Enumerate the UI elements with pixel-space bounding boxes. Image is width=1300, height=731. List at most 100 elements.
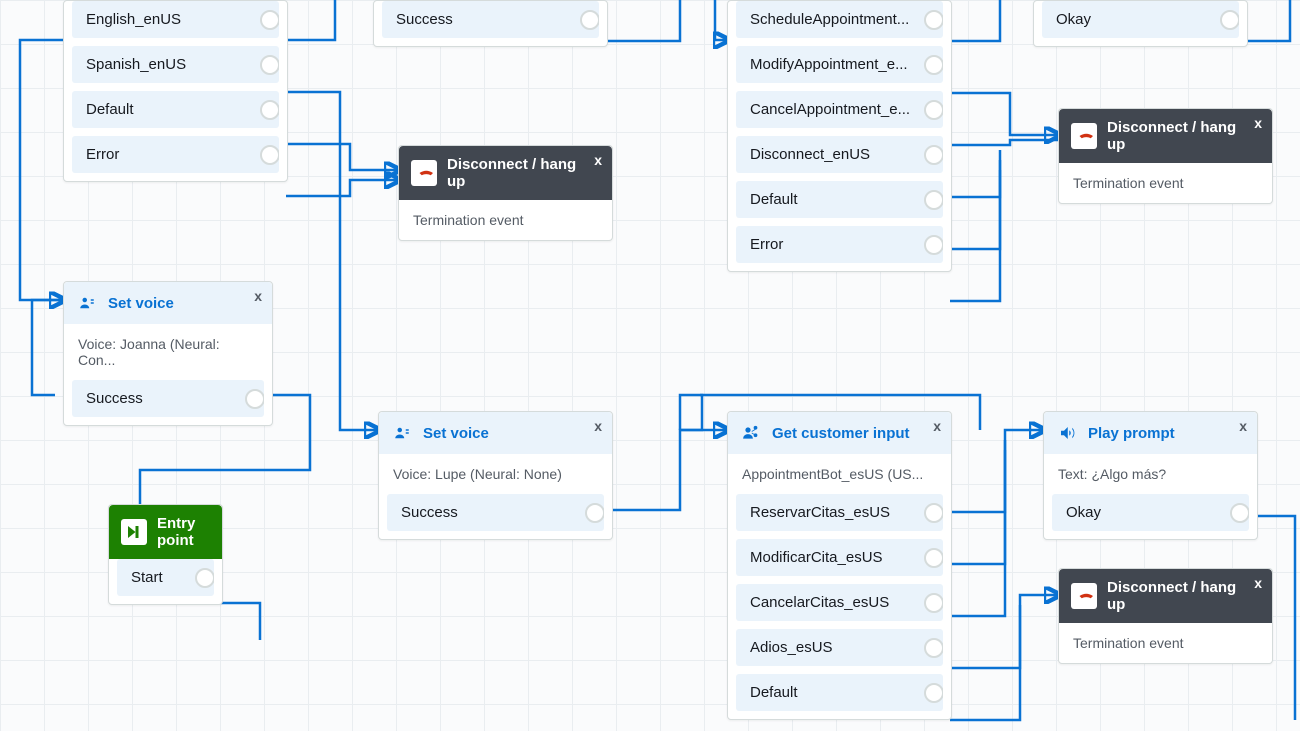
close-icon[interactable]: x (1254, 115, 1262, 131)
branch-success[interactable]: Success (387, 494, 604, 531)
branch-adios[interactable]: Adios_esUS (736, 629, 943, 666)
node-body: Termination event (399, 200, 612, 240)
branch-label: Default (86, 101, 134, 118)
node-success-top[interactable]: Success (373, 0, 608, 47)
node-header[interactable]: Disconnect / hang up (399, 146, 612, 200)
branch-label: CancelarCitas_esUS (750, 594, 889, 611)
node-disconnect-1[interactable]: x Disconnect / hang up Termination event (398, 145, 613, 241)
output-port[interactable] (924, 235, 943, 255)
node-header[interactable]: Disconnect / hang up (1059, 569, 1272, 623)
node-body: Termination event (1059, 623, 1272, 663)
node-get-customer-es[interactable]: x Get customer input AppointmentBot_esUS… (727, 411, 952, 720)
node-title: Disconnect / hang up (1107, 579, 1244, 613)
output-port[interactable] (585, 503, 604, 523)
branch-schedule[interactable]: ScheduleAppointment... (736, 1, 943, 38)
node-header[interactable]: Play prompt (1044, 412, 1257, 454)
branch-label: Okay (1056, 11, 1091, 28)
hangup-icon (1071, 123, 1097, 149)
node-set-voice-en[interactable]: x Set voice Voice: Joanna (Neural: Con..… (63, 281, 273, 426)
branch-default[interactable]: Default (736, 181, 943, 218)
branch-label: ModifyAppointment_e... (750, 56, 908, 73)
branch-disconnect[interactable]: Disconnect_enUS (736, 136, 943, 173)
output-port[interactable] (924, 190, 943, 210)
output-port[interactable] (580, 10, 599, 30)
output-port[interactable] (924, 100, 943, 120)
branch-label: Adios_esUS (750, 639, 833, 656)
output-port[interactable] (924, 593, 943, 613)
branch-label: ReservarCitas_esUS (750, 504, 890, 521)
branch-node-language[interactable]: English_enUS Spanish_enUS Default Error (63, 0, 288, 182)
branch-label: ScheduleAppointment... (750, 11, 909, 28)
branch-cancelar[interactable]: CancelarCitas_esUS (736, 584, 943, 621)
branch-error[interactable]: Error (736, 226, 943, 263)
branch-start[interactable]: Start (117, 559, 214, 596)
output-port[interactable] (260, 10, 279, 30)
output-port[interactable] (924, 10, 943, 30)
output-port[interactable] (924, 683, 943, 703)
speaker-icon (1056, 422, 1078, 444)
output-port[interactable] (924, 503, 943, 523)
output-port[interactable] (260, 55, 279, 75)
node-body: Text: ¿Algo más? (1044, 454, 1257, 494)
output-port[interactable] (924, 548, 943, 568)
hangup-icon (411, 160, 437, 186)
branch-okay[interactable]: Okay (1042, 1, 1239, 38)
branch-default[interactable]: Default (72, 91, 279, 128)
branch-label: Default (750, 191, 798, 208)
output-port[interactable] (924, 638, 943, 658)
arrow-right-icon (121, 519, 147, 545)
branch-label: Success (401, 504, 458, 521)
branch-label: Success (396, 11, 453, 28)
node-set-voice-es[interactable]: x Set voice Voice: Lupe (Neural: None) S… (378, 411, 613, 540)
branch-label: Start (131, 569, 163, 586)
node-okay-top[interactable]: Okay (1033, 0, 1248, 47)
output-port[interactable] (924, 55, 943, 75)
node-disconnect-2[interactable]: x Disconnect / hang up Termination event (1058, 108, 1273, 204)
node-disconnect-3[interactable]: x Disconnect / hang up Termination event (1058, 568, 1273, 664)
branch-modify[interactable]: ModifyAppointment_e... (736, 46, 943, 83)
output-port[interactable] (245, 389, 264, 409)
output-port[interactable] (924, 145, 943, 165)
branch-default[interactable]: Default (736, 674, 943, 711)
close-icon[interactable]: x (1239, 418, 1247, 434)
branch-label: Disconnect_enUS (750, 146, 870, 163)
branch-error[interactable]: Error (72, 136, 279, 173)
node-body: Voice: Lupe (Neural: None) (379, 454, 612, 494)
node-header[interactable]: Entry point (109, 505, 222, 559)
branch-label: ModificarCita_esUS (750, 549, 883, 566)
person-voice-icon (391, 422, 413, 444)
node-play-prompt[interactable]: x Play prompt Text: ¿Algo más? Okay (1043, 411, 1258, 540)
person-share-icon (740, 422, 762, 444)
branch-label: Error (86, 146, 119, 163)
node-title: Disconnect / hang up (1107, 119, 1244, 153)
person-voice-icon (76, 292, 98, 314)
close-icon[interactable]: x (1254, 575, 1262, 591)
output-port[interactable] (1220, 10, 1239, 30)
node-entry-point[interactable]: Entry point Start (108, 504, 223, 605)
branch-label: Success (86, 390, 143, 407)
output-port[interactable] (260, 145, 279, 165)
output-port[interactable] (195, 568, 214, 588)
node-title: Set voice (108, 295, 174, 312)
branch-success[interactable]: Success (382, 1, 599, 38)
node-header[interactable]: Disconnect / hang up (1059, 109, 1272, 163)
branch-cancel[interactable]: CancelAppointment_e... (736, 91, 943, 128)
branch-spanish[interactable]: Spanish_enUS (72, 46, 279, 83)
node-header[interactable]: Set voice (64, 282, 272, 324)
branch-okay[interactable]: Okay (1052, 494, 1249, 531)
branch-english[interactable]: English_enUS (72, 1, 279, 38)
output-port[interactable] (260, 100, 279, 120)
close-icon[interactable]: x (594, 152, 602, 168)
close-icon[interactable]: x (933, 418, 941, 434)
node-header[interactable]: Get customer input (728, 412, 951, 454)
node-title: Play prompt (1088, 425, 1175, 442)
node-get-customer-en[interactable]: ScheduleAppointment... ModifyAppointment… (727, 0, 952, 272)
branch-reservar[interactable]: ReservarCitas_esUS (736, 494, 943, 531)
output-port[interactable] (1230, 503, 1249, 523)
branch-success[interactable]: Success (72, 380, 264, 417)
node-header[interactable]: Set voice (379, 412, 612, 454)
close-icon[interactable]: x (254, 288, 262, 304)
close-icon[interactable]: x (594, 418, 602, 434)
node-title: Get customer input (772, 425, 910, 442)
branch-modificar[interactable]: ModificarCita_esUS (736, 539, 943, 576)
